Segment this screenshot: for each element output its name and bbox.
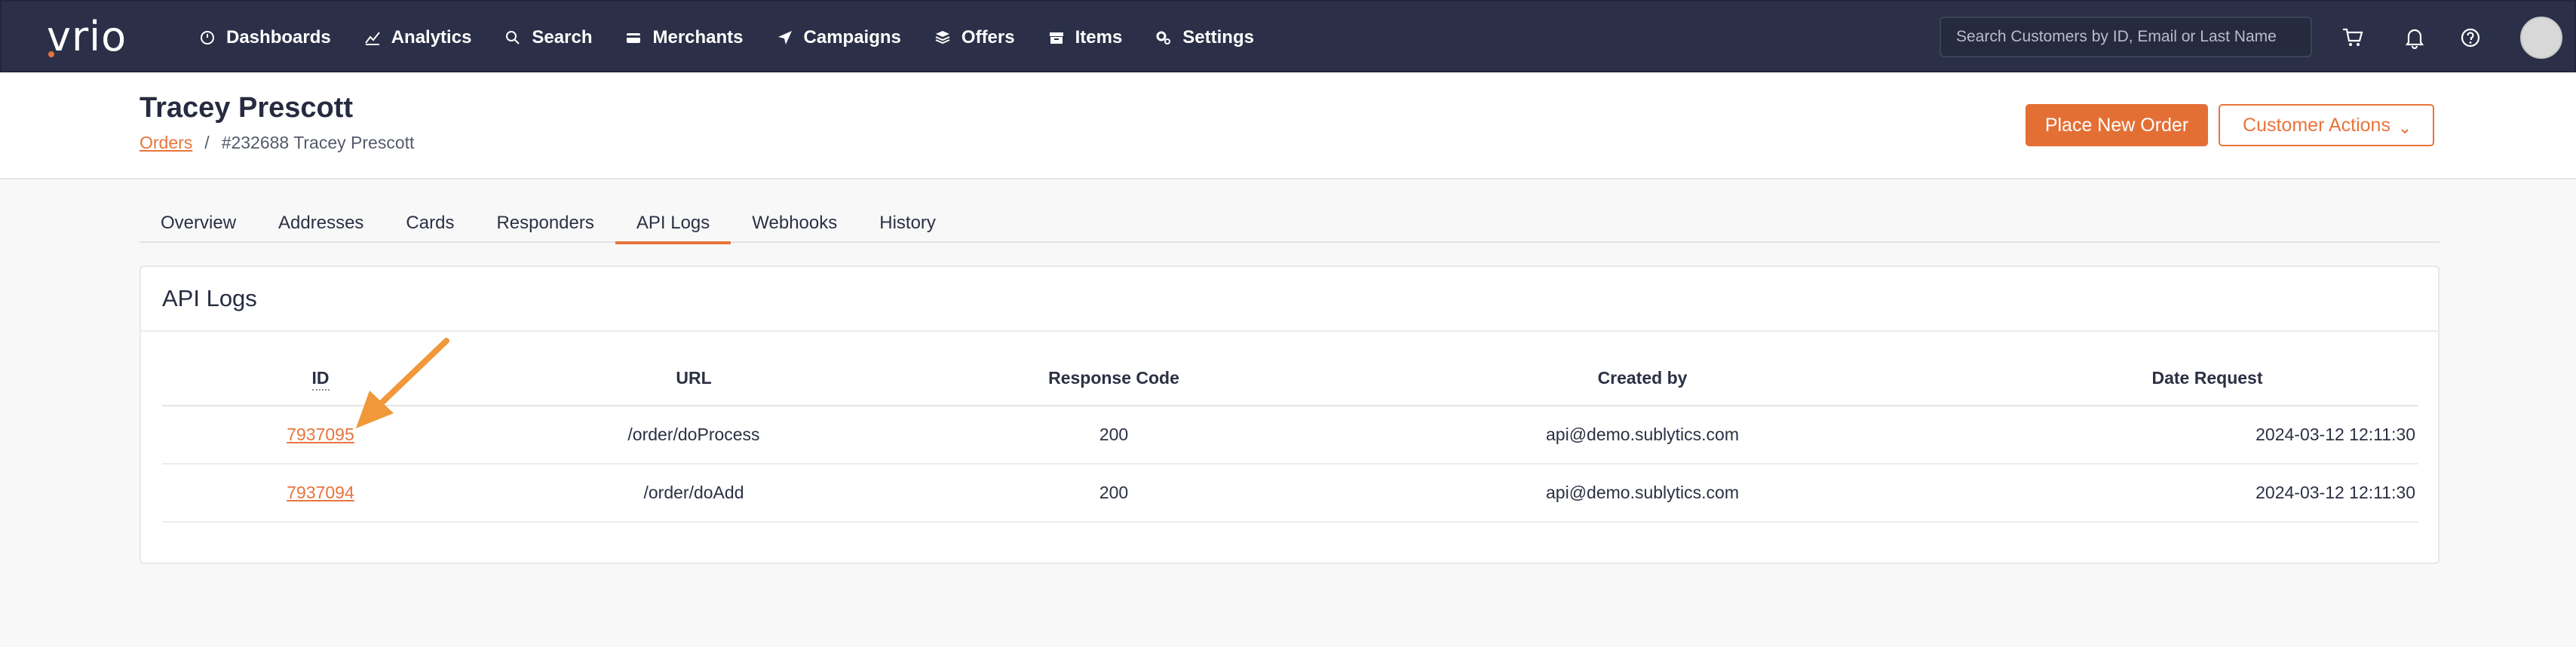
nav-item-label: Campaigns	[804, 27, 901, 48]
cell-response-code: 200	[909, 406, 1319, 464]
place-new-order-button[interactable]: Place New Order	[2026, 104, 2208, 146]
nav-item-label: Settings	[1182, 27, 1254, 48]
analytics-icon	[364, 29, 381, 46]
nav-item-label: Merchants	[652, 27, 743, 48]
page-header: Tracey Prescott Orders / #232688 Tracey …	[0, 72, 2576, 179]
cell-date-request: 2024-03-12 12:11:30	[1966, 464, 2418, 522]
search-icon	[504, 29, 521, 46]
cell-id: 7937094	[162, 464, 479, 522]
nav-item-settings[interactable]: Settings	[1139, 2, 1271, 74]
nav-item-dashboards[interactable]: Dashboards	[182, 2, 348, 74]
column-header-url: URL	[479, 351, 909, 406]
page-title: Tracey Prescott	[140, 92, 353, 124]
items-icon	[1048, 29, 1065, 46]
nav-item-search[interactable]: Search	[488, 2, 609, 74]
nav-item-merchants[interactable]: Merchants	[609, 2, 759, 74]
column-header-date-request: Date Request	[1966, 351, 2418, 406]
breadcrumb-separator: /	[204, 133, 209, 153]
nav-item-label: Search	[532, 27, 592, 48]
tab-cards[interactable]: Cards	[385, 204, 475, 243]
table-row: 7937094 /order/doAdd 200 api@demo.sublyt…	[162, 464, 2418, 522]
log-id-link[interactable]: 7937094	[287, 483, 354, 502]
breadcrumb: Orders / #232688 Tracey Prescott	[140, 133, 414, 153]
nav-item-label: Offers	[961, 27, 1015, 48]
customer-tabs: Overview Addresses Cards Responders API …	[140, 204, 2440, 243]
nav-item-analytics[interactable]: Analytics	[348, 2, 489, 74]
nav-item-label: Dashboards	[226, 27, 331, 48]
cell-id: 7937095	[162, 406, 479, 464]
column-header-id[interactable]: ID	[162, 351, 479, 406]
merchants-icon	[625, 29, 642, 46]
vrio-logo[interactable]: vrio	[47, 15, 127, 57]
cell-url: /order/doAdd	[479, 464, 909, 522]
campaigns-icon	[777, 29, 793, 46]
nav-item-offers[interactable]: Offers	[918, 2, 1032, 74]
avatar[interactable]	[2520, 17, 2562, 59]
nav-item-campaigns[interactable]: Campaigns	[760, 2, 918, 74]
breadcrumb-current: #232688 Tracey Prescott	[222, 133, 415, 153]
main-nav: Dashboards Analytics Search Merchants Ca…	[182, 2, 1271, 74]
card-title: API Logs	[162, 285, 257, 312]
customer-actions-button[interactable]: Customer Actions	[2219, 104, 2434, 146]
dashboard-icon	[199, 29, 216, 46]
settings-icon	[1155, 29, 1172, 46]
tab-api-logs[interactable]: API Logs	[615, 204, 731, 243]
logo-dot	[48, 51, 54, 57]
cell-response-code: 200	[909, 464, 1319, 522]
table-row: 7937095 /order/doProcess 200 api@demo.su…	[162, 406, 2418, 464]
chevron-down-icon	[2400, 120, 2410, 130]
card-divider	[141, 330, 2438, 332]
nav-item-label: Analytics	[391, 27, 472, 48]
customer-search-input[interactable]	[1940, 17, 2312, 57]
api-logs-table: ID URL Response Code Created by Date Req…	[162, 351, 2418, 523]
nav-item-items[interactable]: Items	[1032, 2, 1139, 74]
nav-item-label: Items	[1075, 27, 1123, 48]
tab-addresses[interactable]: Addresses	[257, 204, 385, 243]
table-header-row: ID URL Response Code Created by Date Req…	[162, 351, 2418, 406]
tab-responders[interactable]: Responders	[475, 204, 615, 243]
cell-created-by: api@demo.sublytics.com	[1319, 464, 1966, 522]
help-icon[interactable]	[2455, 23, 2486, 53]
customer-actions-label: Customer Actions	[2243, 115, 2390, 136]
cell-url: /order/doProcess	[479, 406, 909, 464]
tab-history[interactable]: History	[858, 204, 957, 243]
top-navbar: vrio Dashboards Analytics Search Merchan…	[0, 0, 2576, 72]
logo-text: vrio	[47, 13, 127, 60]
tab-overview[interactable]: Overview	[140, 204, 257, 243]
offers-icon	[934, 29, 951, 46]
column-header-response-code: Response Code	[909, 351, 1319, 406]
tab-webhooks[interactable]: Webhooks	[731, 204, 858, 243]
log-id-link[interactable]: 7937095	[287, 425, 354, 444]
breadcrumb-orders-link[interactable]: Orders	[140, 133, 192, 153]
bell-icon[interactable]	[2400, 23, 2430, 53]
cell-created-by: api@demo.sublytics.com	[1319, 406, 1966, 464]
column-header-created-by: Created by	[1319, 351, 1966, 406]
cart-icon[interactable]	[2338, 23, 2368, 53]
api-logs-card: API Logs ID URL Response Code Created by…	[140, 265, 2440, 564]
cell-date-request: 2024-03-12 12:11:30	[1966, 406, 2418, 464]
